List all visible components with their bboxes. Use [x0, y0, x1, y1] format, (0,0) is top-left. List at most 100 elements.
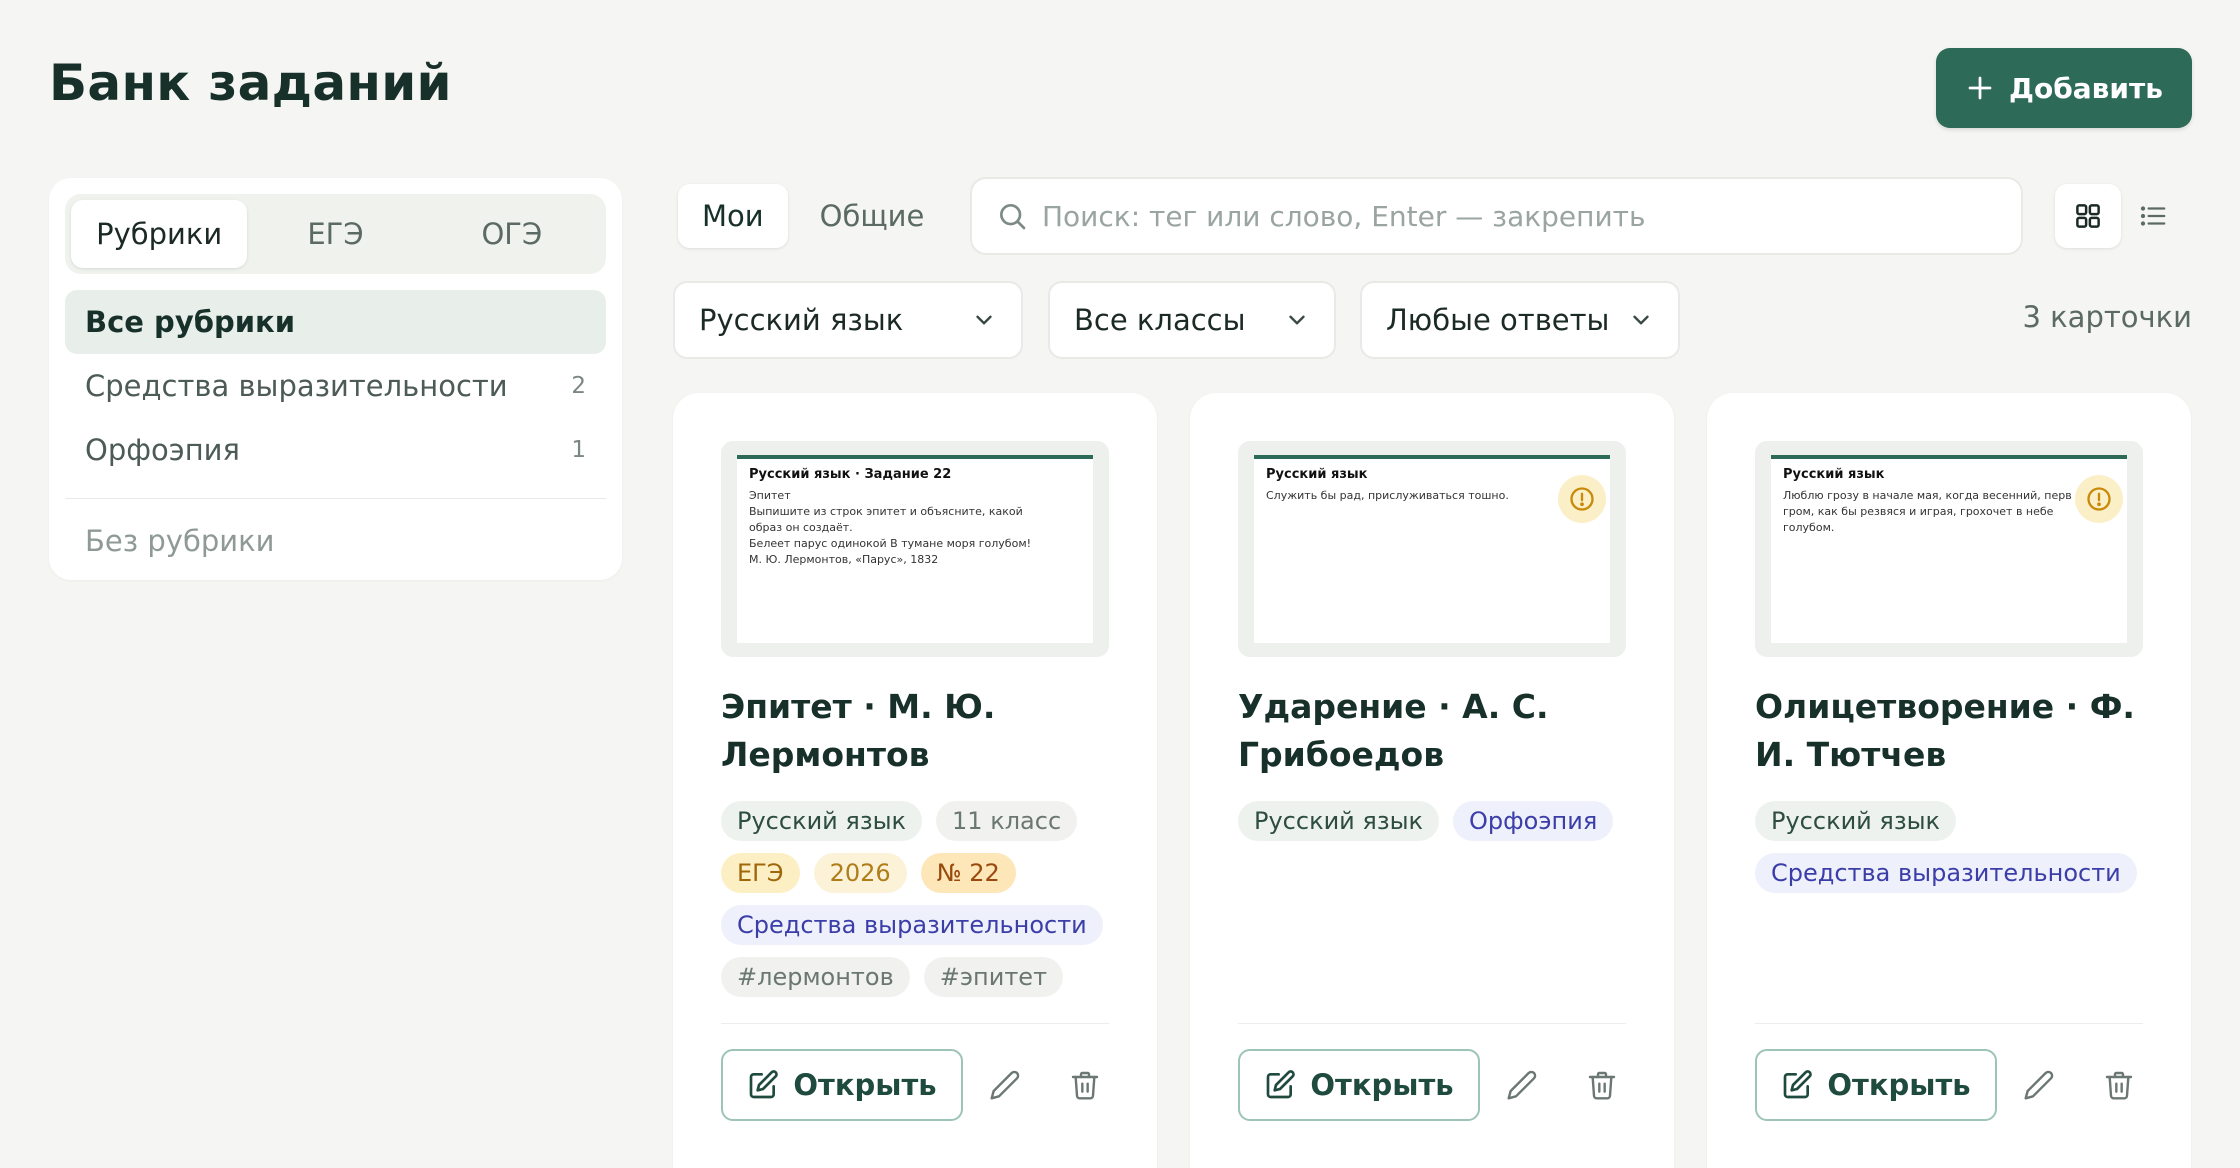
card-divider	[1238, 1023, 1626, 1024]
list-icon	[2140, 206, 2166, 226]
preview-line: Служить бы рад, прислуживаться тошно.	[1266, 489, 1509, 502]
subject-select[interactable]: Русский язык	[673, 281, 1023, 359]
card-divider	[1755, 1023, 2143, 1024]
rubric-divider	[65, 498, 606, 499]
edit-square-icon	[1267, 1070, 1296, 1099]
tag-subject[interactable]: Русский язык	[1238, 801, 1440, 841]
rubric-sidebar: Рубрики ЕГЭ ОГЭ Все рубрики Средства выр…	[49, 178, 622, 580]
add-button-label: Добавить	[2009, 71, 2163, 105]
card-title: Эпитет · М. Ю. Лермонтов	[721, 687, 996, 774]
scope-tabs: Мои Общие	[678, 184, 948, 248]
add-button[interactable]: Добавить	[1936, 48, 2192, 128]
card-tags: Русский язык 11 класс ЕГЭ 2026 № 22 Сред…	[721, 801, 1121, 997]
preview-line: гром, как бы резвяся и играя, грохочет в…	[1783, 505, 2054, 518]
task-card: Русский язык Служить бы рад, прислуживат…	[1190, 393, 1674, 1168]
delete-button[interactable]	[1065, 1065, 1105, 1105]
card-title: Олицетворение · Ф. И. Тютчев	[1755, 687, 2135, 774]
preview-line: образ он создаёт.	[749, 521, 853, 534]
preview-heading: Русский язык	[1266, 467, 1368, 482]
chevron-down-icon	[1289, 315, 1305, 325]
rubric-item-expressive-means[interactable]: Средства выразительности 2	[65, 354, 606, 418]
tag-subject[interactable]: Русский язык	[1755, 801, 1957, 841]
warning-icon	[2087, 487, 2111, 511]
preview-document: Русский язык Служить бы рад, прислуживат…	[1254, 455, 1610, 643]
tab-mine[interactable]: Мои	[678, 184, 788, 248]
card-tags: Русский язык Орфоэпия	[1238, 801, 1638, 841]
edit-button[interactable]	[985, 1065, 1025, 1105]
preview-line: голубом.	[1783, 521, 1835, 534]
rubric-label: Все рубрики	[85, 305, 296, 339]
task-card: Русский язык · Задание 22 Эпитет Выпишит…	[673, 393, 1157, 1168]
open-button[interactable]: Открыть	[1755, 1049, 1997, 1121]
card-preview[interactable]: Русский язык Служить бы рад, прислуживат…	[1238, 441, 1626, 657]
search-input[interactable]	[1042, 199, 1992, 233]
open-button-label: Открыть	[793, 1068, 937, 1102]
rubric-item-none[interactable]: Без рубрики	[65, 509, 606, 573]
preview-document: Русский язык Люблю грозу в начале мая, к…	[1771, 455, 2127, 643]
open-button[interactable]: Открыть	[721, 1049, 963, 1121]
card-count: 3 карточки	[2022, 300, 2193, 334]
preview-heading: Русский язык	[1783, 467, 1885, 482]
tab-oge[interactable]: ОГЭ	[424, 200, 600, 268]
tag-year[interactable]: 2026	[813, 853, 907, 893]
trash-icon	[1588, 1071, 1616, 1100]
tag-hashtag[interactable]: #эпитет	[923, 957, 1064, 997]
preview-line: Выпишите из строк эпитет и объясните, ка…	[749, 505, 1023, 518]
edit-button[interactable]	[1502, 1065, 1542, 1105]
tab-rubrics[interactable]: Рубрики	[71, 200, 248, 268]
view-list-button[interactable]	[2120, 184, 2186, 248]
open-button[interactable]: Открыть	[1238, 1049, 1480, 1121]
preview-line: Люблю грозу в начале мая, когда весенний…	[1783, 489, 2072, 502]
tag-grade[interactable]: 11 класс	[936, 801, 1078, 841]
warning-icon	[1570, 487, 1594, 511]
rubric-count: 1	[571, 437, 586, 463]
tab-shared[interactable]: Общие	[796, 184, 949, 248]
task-card: Русский язык Люблю грозу в начале мая, к…	[1707, 393, 2191, 1168]
tag-subject[interactable]: Русский язык	[721, 801, 923, 841]
edit-square-icon	[750, 1070, 779, 1099]
rubric-count: 2	[571, 373, 586, 399]
tag-task-number[interactable]: № 22	[920, 853, 1016, 893]
pencil-icon	[1507, 1070, 1537, 1100]
tag-exam[interactable]: ЕГЭ	[721, 853, 800, 893]
preview-line: Белеет парус одинокой В тумане моря голу…	[749, 537, 1032, 550]
rubric-item-orthoepy[interactable]: Орфоэпия 1	[65, 418, 606, 482]
tab-ege[interactable]: ЕГЭ	[247, 200, 423, 268]
page-title: Банк заданий	[49, 54, 452, 112]
preview-heading: Русский язык · Задание 22	[749, 467, 952, 482]
warning-badge	[1558, 475, 1606, 523]
preview-line: М. Ю. Лермонтов, «Парус», 1832	[749, 553, 939, 566]
search-icon	[1000, 204, 1026, 230]
sidebar-tabs: Рубрики ЕГЭ ОГЭ	[65, 194, 606, 274]
trash-icon	[1071, 1071, 1099, 1100]
warning-badge	[2075, 475, 2123, 523]
pencil-icon	[2024, 1070, 2054, 1100]
chevron-down-icon	[1633, 315, 1649, 325]
grade-select[interactable]: Все классы	[1048, 281, 1336, 359]
tag-rubric[interactable]: Средства выразительности	[721, 905, 1103, 945]
tag-rubric[interactable]: Средства выразительности	[1755, 853, 2137, 893]
tag-rubric[interactable]: Орфоэпия	[1453, 801, 1614, 841]
card-tags: Русский язык Средства выразительности	[1755, 801, 2155, 893]
search-box	[970, 177, 2023, 255]
rubric-list: Все рубрики Средства выразительности 2 О…	[65, 290, 606, 573]
rubric-item-all[interactable]: Все рубрики	[65, 290, 606, 354]
edit-square-icon	[1784, 1070, 1813, 1099]
card-title: Ударение · А. С. Грибоедов	[1238, 687, 1549, 774]
rubric-label: Без рубрики	[85, 524, 275, 558]
tag-hashtag[interactable]: #лермонтов	[721, 957, 910, 997]
open-button-label: Открыть	[1310, 1068, 1454, 1102]
view-grid-button[interactable]	[2055, 184, 2121, 248]
card-preview[interactable]: Русский язык Люблю грозу в начале мая, к…	[1755, 441, 2143, 657]
open-button-label: Открыть	[1827, 1068, 1971, 1102]
answers-select[interactable]: Любые ответы	[1360, 281, 1680, 359]
pencil-icon	[990, 1070, 1020, 1100]
edit-button[interactable]	[2019, 1065, 2059, 1105]
delete-button[interactable]	[2099, 1065, 2139, 1105]
card-preview[interactable]: Русский язык · Задание 22 Эпитет Выпишит…	[721, 441, 1109, 657]
rubric-label: Орфоэпия	[85, 433, 240, 467]
delete-button[interactable]	[1582, 1065, 1622, 1105]
subject-select-value: Русский язык	[699, 303, 904, 337]
rubric-label: Средства выразительности	[85, 369, 508, 403]
plus-icon	[1968, 76, 1992, 100]
